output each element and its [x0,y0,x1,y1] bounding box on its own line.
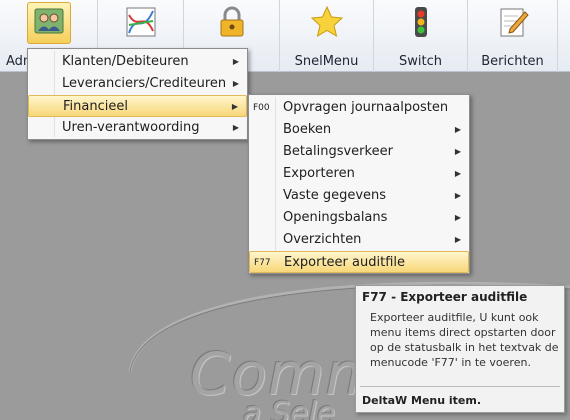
admin-dropdown-menu: Klanten/Debiteuren ▶ Leveranciers/Credit… [27,48,248,140]
berichten-button-label: Berichten [481,54,544,69]
menu-item-overzichten[interactable]: Overzichten ▶ [249,229,469,251]
snelmenu-button[interactable]: SnelMenu [280,0,374,72]
menu-item-label: Uren-verantwoording [62,120,200,135]
submenu-arrow-icon: ▶ [454,147,461,156]
menu-item-label: Overzichten [283,232,362,247]
financieel-submenu: F00 Opvragen journaalposten Boeken ▶ Bet… [248,94,470,274]
menu-item-label: Financieel [63,99,128,114]
menu-code: F00 [253,103,270,113]
menu-item-boeken[interactable]: Boeken ▶ [249,119,469,141]
menu-item-label: Vaste gegevens [283,188,387,203]
menu-item-label: Opvragen journaalposten [283,100,449,115]
menu-item-betalingsverkeer[interactable]: Betalingsverkeer ▶ [249,141,469,163]
menu-item-label: Betalingsverkeer [283,144,393,159]
menu-item-label: Exporteren [283,166,355,181]
submenu-arrow-icon: ▶ [454,191,461,200]
menu-item-exporteren[interactable]: Exporteren ▶ [249,163,469,185]
submenu-arrow-icon: ▶ [454,125,461,134]
users-icon [34,8,63,34]
menu-item-exporteer-auditfile[interactable]: F77 Exporteer auditfile [249,251,469,273]
tooltip-footer: DeltaW Menu item. [362,394,482,407]
chart-icon [126,7,155,37]
menu-item-label: Boeken [283,122,332,137]
submenu-arrow-icon: ▶ [232,123,239,132]
menu-item-uren-verantwoording[interactable]: Uren-verantwoording ▶ [28,117,247,139]
tooltip-divider [360,386,560,387]
submenu-arrow-icon: ▶ [454,169,461,178]
submenu-arrow-icon: ▶ [231,102,238,111]
lock-icon [220,6,243,37]
menu-item-label: Leveranciers/Crediteuren [62,76,227,91]
submenu-arrow-icon: ▶ [232,79,239,88]
background-logo-subtext: a Sele [243,396,336,420]
menu-item-label: Klanten/Debiteuren [62,54,189,69]
submenu-arrow-icon: ▶ [232,57,239,66]
menu-code: F77 [254,258,271,268]
menu-item-openingsbalans[interactable]: Openingsbalans ▶ [249,207,469,229]
menu-item-leveranciers-crediteuren[interactable]: Leveranciers/Crediteuren ▶ [28,73,247,95]
menu-item-financieel[interactable]: Financieel ▶ [28,95,247,117]
message-edit-icon [500,8,529,37]
switch-button-label: Switch [399,54,442,69]
menu-item-label: Openingsbalans [283,210,388,225]
berichten-button[interactable]: Berichten [468,0,558,72]
menu-item-opvragen-journaalposten[interactable]: F00 Opvragen journaalposten [249,97,469,119]
switch-button[interactable]: Switch [374,0,468,72]
submenu-arrow-icon: ▶ [454,213,461,222]
menu-item-label: Exporteer auditfile [284,255,405,270]
snelmenu-button-label: SnelMenu [294,54,359,69]
tooltip-body: Exporteer auditfile, U kunt ook menu ite… [370,311,559,369]
menu-item-tooltip: F77 - Exporteer auditfile Exporteer audi… [355,285,565,413]
submenu-arrow-icon: ▶ [454,235,461,244]
traffic-light-icon [414,7,427,37]
tooltip-title: F77 - Exporteer auditfile [362,290,528,304]
star-icon [310,5,343,38]
menu-item-klanten-debiteuren[interactable]: Klanten/Debiteuren ▶ [28,51,247,73]
menu-item-vaste-gegevens[interactable]: Vaste gegevens ▶ [249,185,469,207]
